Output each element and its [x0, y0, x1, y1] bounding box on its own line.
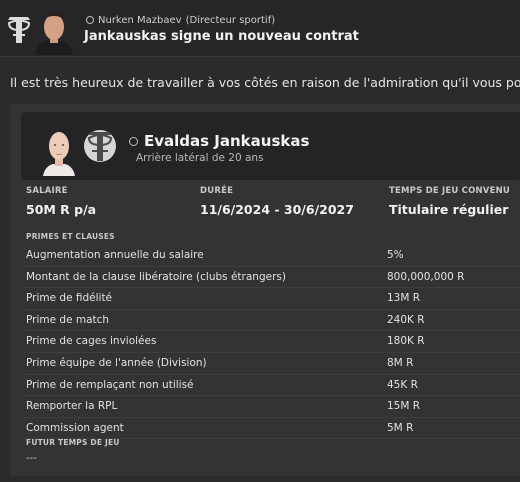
clause-label: Montant de la clause libératoire (clubs … — [26, 270, 286, 283]
sender-avatar[interactable] — [33, 7, 75, 55]
playtime-value: Titulaire régulier — [389, 202, 509, 217]
message-intro: Il est très heureux de travailler à vos … — [10, 75, 520, 90]
clause-label: Remporter la RPL — [26, 400, 118, 413]
sender-line: Nurken Mazbaev (Directeur sportif) — [86, 15, 275, 26]
playtime-label: TEMPS DE JEU CONVENU — [389, 186, 511, 196]
clause-label: Augmentation annuelle du salaire — [26, 249, 204, 261]
player-card[interactable]: Evaldas Jankauskas Arrière latéral de 20… — [21, 112, 520, 180]
table-row: Augmentation annuelle du salaire 5% — [24, 245, 520, 267]
clauses-table: Augmentation annuelle du salaire 5% Monta… — [24, 245, 520, 440]
clause-value: 240K R — [387, 313, 425, 326]
sender-role: (Directeur sportif) — [185, 15, 276, 26]
pin-icon — [129, 137, 138, 146]
clause-value: 8M R — [387, 356, 414, 369]
club-crest-icon[interactable] — [83, 126, 117, 166]
table-row: Prime équipe de l'année (Division) 8M R — [24, 353, 520, 375]
sender-name[interactable]: Nurken Mazbaev — [98, 15, 182, 26]
contract-panel: Evaldas Jankauskas Arrière latéral de 20… — [10, 104, 520, 476]
salary-label: SALAIRE — [26, 186, 68, 196]
clause-value: 15M R — [387, 400, 421, 413]
table-row: Prime de match 240K R — [24, 310, 520, 332]
future-playtime-value: --- — [26, 453, 37, 464]
clause-value: 5% — [387, 249, 404, 261]
table-row: Commission agent 5M R — [24, 418, 520, 440]
table-row: Remporter la RPL 15M R — [24, 396, 520, 418]
clause-label: Prime de cages inviolées — [26, 335, 157, 348]
future-playtime-heading: FUTUR TEMPS DE JEU — [26, 438, 120, 447]
table-row: Prime de cages inviolées 180K R — [24, 331, 520, 353]
clause-label: Prime de match — [26, 313, 110, 326]
player-name-text[interactable]: Evaldas Jankauskas — [144, 132, 309, 150]
clause-value: 45K R — [387, 378, 418, 391]
table-row: Prime de fidélité 13M R — [24, 288, 520, 310]
pin-icon — [86, 16, 94, 24]
player-avatar[interactable] — [42, 126, 76, 176]
salary-value: 50M R p/a — [26, 202, 97, 217]
clauses-heading: PRIMES ET CLAUSES — [26, 232, 115, 241]
duration-value: 11/6/2024 - 30/6/2027 — [200, 202, 354, 217]
clause-value: 13M R — [387, 292, 421, 305]
clause-value: 180K R — [387, 335, 425, 348]
player-description: Arrière latéral de 20 ans — [136, 152, 264, 164]
club-crest-icon[interactable] — [6, 14, 32, 46]
duration-label: DURÉE — [200, 186, 234, 196]
clause-value: 800,000,000 R — [387, 270, 465, 283]
clause-label: Commission agent — [26, 421, 124, 434]
clause-label: Prime de fidélité — [26, 292, 113, 305]
message-subject: Jankauskas signe un nouveau contrat — [84, 29, 359, 44]
clause-value: 5M R — [387, 421, 414, 434]
table-row: Prime de remplaçant non utilisé 45K R — [24, 375, 520, 397]
player-name[interactable]: Evaldas Jankauskas — [129, 132, 309, 150]
clause-label: Prime équipe de l'année (Division) — [26, 356, 207, 369]
table-row: Montant de la clause libératoire (clubs … — [24, 267, 520, 289]
message-header: Nurken Mazbaev (Directeur sportif) Jankau… — [0, 0, 520, 57]
clause-label: Prime de remplaçant non utilisé — [26, 378, 194, 391]
